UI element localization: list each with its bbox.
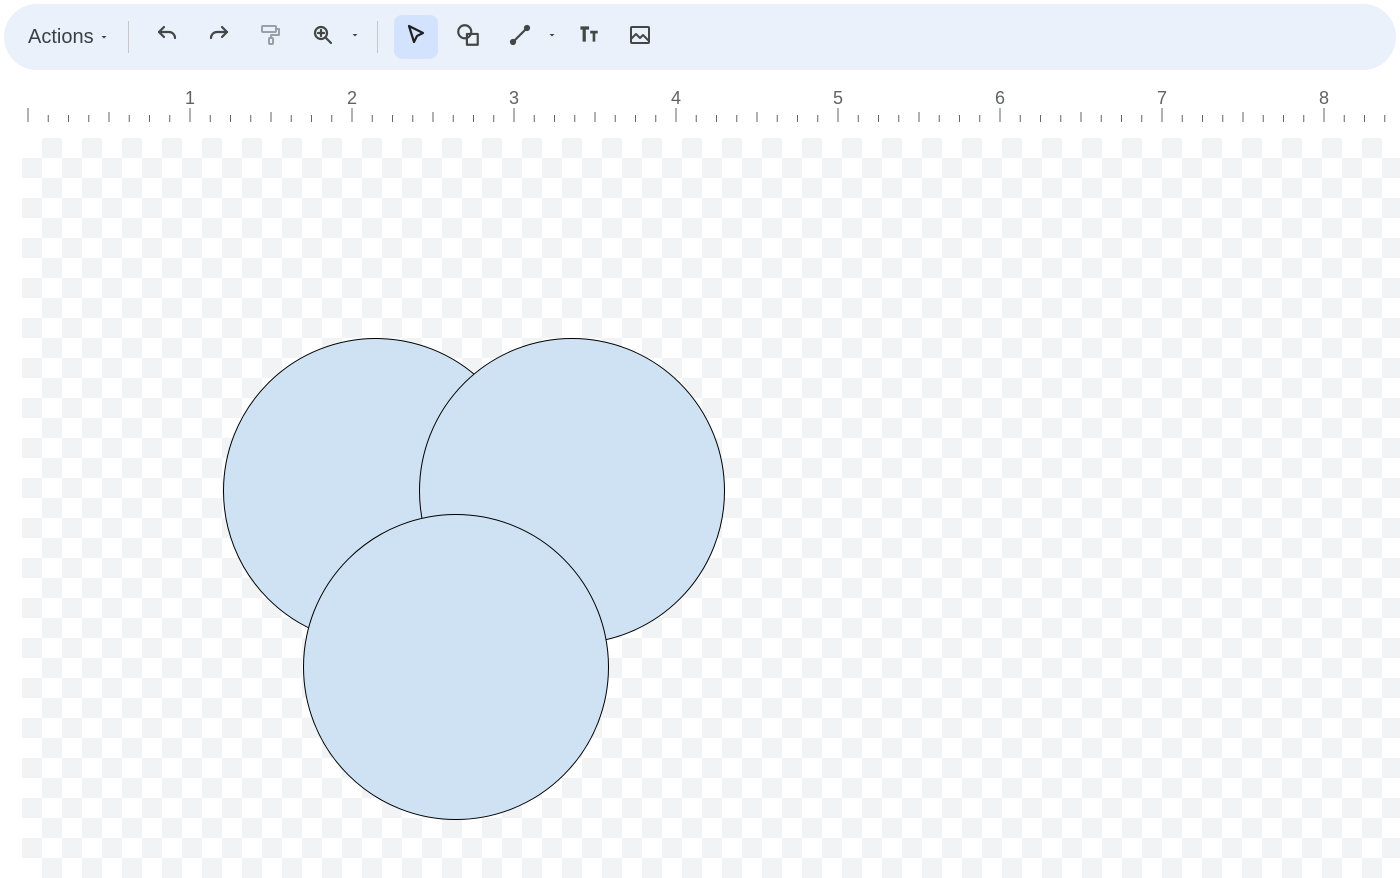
horizontal-ruler: 1 2 3 4 5 6 7 8 xyxy=(0,88,1400,122)
paint-roller-icon xyxy=(259,23,283,52)
cursor-icon xyxy=(404,23,428,52)
ruler-label: 2 xyxy=(347,88,357,109)
ruler-label: 8 xyxy=(1319,88,1329,109)
ruler-label: 6 xyxy=(995,88,1005,109)
line-tool-group xyxy=(494,15,562,59)
paint-format-button[interactable] xyxy=(249,15,293,59)
line-icon xyxy=(508,23,532,52)
select-tool-button[interactable] xyxy=(394,15,438,59)
actions-menu-button[interactable]: Actions xyxy=(22,20,116,55)
line-tool-button[interactable] xyxy=(498,15,542,59)
textbox-tool-button[interactable] xyxy=(566,15,610,59)
redo-icon xyxy=(207,23,231,52)
caret-down-icon xyxy=(349,28,361,46)
shape-icon xyxy=(455,22,481,53)
toolbar-separator xyxy=(128,21,129,53)
ruler-label: 3 xyxy=(509,88,519,109)
zoom-button[interactable] xyxy=(301,15,345,59)
ruler-label: 7 xyxy=(1157,88,1167,109)
canvas-area[interactable] xyxy=(0,122,1400,878)
zoom-icon xyxy=(311,23,335,52)
actions-menu-label: Actions xyxy=(28,26,94,49)
line-dropdown-button[interactable] xyxy=(542,28,562,46)
canvas-ellipse[interactable] xyxy=(303,514,609,820)
caret-down-icon xyxy=(98,26,110,49)
redo-button[interactable] xyxy=(197,15,241,59)
zoom-dropdown-button[interactable] xyxy=(345,28,365,46)
shapes-layer xyxy=(0,122,1400,878)
undo-icon xyxy=(155,23,179,52)
zoom-button-group xyxy=(297,15,365,59)
ruler-label: 4 xyxy=(671,88,681,109)
ruler-label: 1 xyxy=(185,88,195,109)
text-icon xyxy=(575,21,601,53)
main-toolbar: Actions xyxy=(4,4,1396,70)
undo-button[interactable] xyxy=(145,15,189,59)
image-tool-button[interactable] xyxy=(618,15,662,59)
shape-tool-button[interactable] xyxy=(446,15,490,59)
toolbar-separator xyxy=(377,21,378,53)
ruler-label: 5 xyxy=(833,88,843,109)
image-icon xyxy=(628,23,652,52)
caret-down-icon xyxy=(546,28,558,46)
